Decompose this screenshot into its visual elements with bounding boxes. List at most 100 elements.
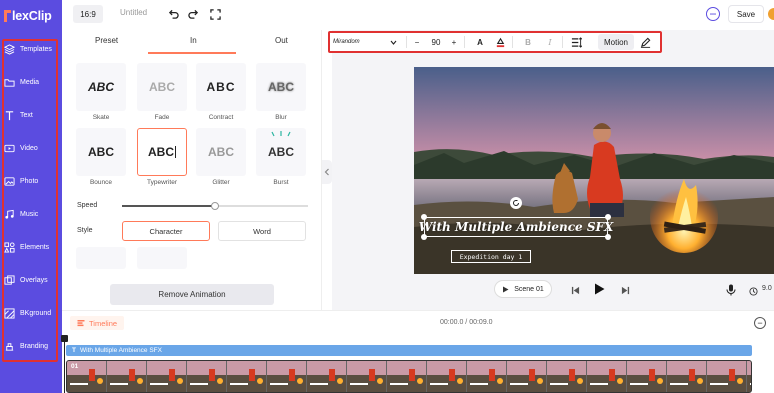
undo-icon[interactable] xyxy=(166,7,180,21)
save-button[interactable]: Save xyxy=(728,5,764,23)
sidebar-item-bkground[interactable]: BKground xyxy=(4,302,58,324)
resize-handle[interactable] xyxy=(605,214,611,220)
sidebar-item-media[interactable]: Media xyxy=(4,71,58,93)
sidebar-item-elements[interactable]: Elements xyxy=(4,236,58,258)
bold-icon[interactable]: B xyxy=(522,35,534,49)
effect-glitter[interactable]: ABC Glitter xyxy=(196,128,246,186)
sidebar-item-label: BKground xyxy=(20,309,52,317)
effect-burst[interactable]: ABC Burst xyxy=(256,128,306,186)
toolbar-divider xyxy=(562,36,563,48)
fullscreen-icon[interactable] xyxy=(208,7,222,21)
speed-label: Speed xyxy=(77,202,98,209)
video-icon xyxy=(4,144,15,152)
sidebar-item-label: Media xyxy=(20,78,40,86)
sidebar-item-templates[interactable]: Templates xyxy=(4,38,58,60)
zoom-out-icon[interactable]: − xyxy=(754,317,766,329)
folder-icon xyxy=(4,78,15,87)
sidebar-item-text[interactable]: Text xyxy=(4,104,58,126)
video-preview[interactable]: With Multiple Ambience SFX Expedition da… xyxy=(414,67,774,274)
next-icon[interactable] xyxy=(618,283,632,297)
tab-in[interactable]: In xyxy=(190,36,197,45)
sidebar-item-branding[interactable]: Branding xyxy=(4,335,58,357)
previous-icon[interactable] xyxy=(568,283,582,297)
timeline: Timeline 00:00.0 / 00:09.0 − T With Mult… xyxy=(61,310,774,393)
font-select[interactable]: Mirandom xyxy=(333,35,397,49)
style-character-button[interactable]: Character xyxy=(122,221,210,241)
overlays-icon xyxy=(4,274,15,285)
avatar[interactable] xyxy=(768,8,774,20)
filmstrip-frame xyxy=(507,361,546,392)
campfire-scene-image xyxy=(414,67,774,274)
playback-controls: Scene 01 9.0 xyxy=(414,276,774,304)
tab-preset[interactable]: Preset xyxy=(95,36,118,45)
effect-bounce[interactable]: ABC Bounce xyxy=(76,128,126,186)
filmstrip-frame xyxy=(707,361,746,392)
sidebar-item-overlays[interactable]: Overlays xyxy=(4,269,58,291)
project-title[interactable]: Untitled xyxy=(120,8,147,17)
time-clock-icon xyxy=(746,284,760,298)
effect-fade[interactable]: ABC Fade xyxy=(137,63,187,121)
motion-button[interactable]: Motion xyxy=(598,34,634,50)
play-icon[interactable] xyxy=(592,282,606,296)
effect-typewriter[interactable]: ABC Typewriter xyxy=(137,128,187,186)
highlight-color-icon[interactable] xyxy=(494,35,506,49)
style-word-button[interactable]: Word xyxy=(218,221,306,241)
effect-blur[interactable]: ABC Blur xyxy=(256,63,306,121)
resize-handle[interactable] xyxy=(421,234,427,240)
typewriter-cursor xyxy=(175,146,176,158)
text-track-clip[interactable]: T With Multiple Ambience SFX xyxy=(66,345,752,356)
italic-icon[interactable]: I xyxy=(544,35,556,49)
tab-out[interactable]: Out xyxy=(275,36,288,45)
sidebar-item-video[interactable]: Video xyxy=(4,137,58,159)
filmstrip-frame xyxy=(627,361,666,392)
text-color-icon[interactable]: A xyxy=(474,35,486,49)
video-track-clip[interactable]: 01 xyxy=(66,360,752,393)
effect-preview-text: ABC xyxy=(88,145,114,159)
increase-size-icon[interactable]: + xyxy=(449,35,459,49)
flexclip-logo[interactable]: lexClip xyxy=(4,8,52,24)
effect-label: Fade xyxy=(154,114,170,121)
chat-icon[interactable] xyxy=(706,7,720,21)
text-align-icon[interactable] xyxy=(570,35,582,49)
effect-preview-text: ABC xyxy=(268,80,294,94)
edit-pencil-icon[interactable] xyxy=(639,35,651,49)
resize-handle[interactable] xyxy=(605,234,611,240)
effect-preview: ABC xyxy=(256,128,306,176)
speed-slider[interactable] xyxy=(122,202,308,210)
effect-preview: ABC xyxy=(137,128,187,176)
title-text-layer[interactable]: With Multiple Ambience SFX xyxy=(419,217,614,237)
scene-selector[interactable]: Scene 01 xyxy=(494,280,552,298)
active-tab-indicator xyxy=(148,52,236,54)
redo-icon[interactable] xyxy=(186,7,200,21)
effect-label: Blur xyxy=(275,114,287,121)
effect-label: Burst xyxy=(273,179,289,186)
sidebar-item-label: Overlays xyxy=(20,276,48,284)
timeline-time-display: 00:00.0 / 00:09.0 xyxy=(440,319,493,326)
resize-handle[interactable] xyxy=(421,214,427,220)
sidebar-item-music[interactable]: Music xyxy=(4,203,58,225)
animation-panel: Preset In Out ABC Skate ABC Fade ABC Contract… xyxy=(62,30,322,310)
chevron-left-icon xyxy=(324,168,329,176)
sidebar-item-photo[interactable]: Photo xyxy=(4,170,58,192)
subtitle-text-layer[interactable]: Expedition day 1 xyxy=(451,250,531,263)
microphone-icon[interactable] xyxy=(724,283,738,297)
filmstrip-frame xyxy=(307,361,346,392)
timeline-toggle[interactable]: Timeline xyxy=(70,316,125,330)
effect-skate[interactable]: ABC Skate xyxy=(76,63,126,121)
effect-contract[interactable]: ABC Contract xyxy=(196,63,246,121)
filmstrip-frame xyxy=(547,361,586,392)
aspect-ratio-button[interactable]: 16:9 xyxy=(73,5,103,23)
rotate-handle[interactable] xyxy=(510,197,522,209)
effect-placeholder xyxy=(137,247,187,269)
timeline-label: Timeline xyxy=(89,318,118,328)
collapse-panel-button[interactable] xyxy=(322,160,332,184)
font-size-value[interactable]: 90 xyxy=(428,35,444,49)
playhead[interactable] xyxy=(61,335,68,393)
toolbar-divider xyxy=(512,36,513,48)
play-small-icon xyxy=(503,286,509,292)
decrease-size-icon[interactable]: − xyxy=(412,35,422,49)
effect-label: Bounce xyxy=(89,179,113,186)
effect-preview: ABC xyxy=(137,63,187,111)
remove-animation-button[interactable]: Remove Animation xyxy=(110,284,274,305)
speed-slider-handle[interactable] xyxy=(211,202,219,210)
